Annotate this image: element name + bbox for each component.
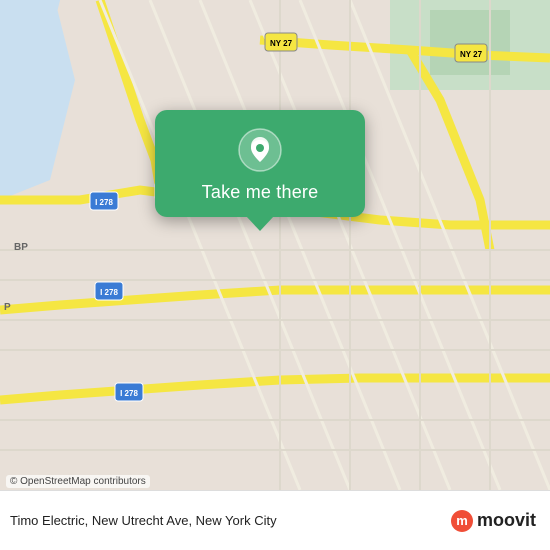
address-label: Timo Electric, New Utrecht Ave, New York… [10,513,451,528]
osm-attribution: © OpenStreetMap contributors [6,475,150,488]
map-view[interactable]: I 278 I 278 I 278 I 278 NY 27 NY 27 BP P [0,0,550,490]
moovit-logo-text: moovit [477,510,536,531]
svg-text:NY 27: NY 27 [460,50,483,59]
moovit-logo-icon: m [451,510,473,532]
bottom-bar: Timo Electric, New Utrecht Ave, New York… [0,490,550,550]
location-pin-icon [238,128,282,172]
svg-text:NY 27: NY 27 [270,39,293,48]
svg-text:I 278: I 278 [95,198,113,207]
take-me-there-button[interactable]: Take me there [202,182,319,203]
svg-text:BP: BP [14,242,28,253]
moovit-logo: m moovit [451,510,536,532]
svg-text:P: P [4,302,11,313]
svg-text:I 278: I 278 [100,288,118,297]
location-popup[interactable]: Take me there [155,110,365,217]
svg-text:I 278: I 278 [120,389,138,398]
map-svg: I 278 I 278 I 278 I 278 NY 27 NY 27 BP P [0,0,550,490]
